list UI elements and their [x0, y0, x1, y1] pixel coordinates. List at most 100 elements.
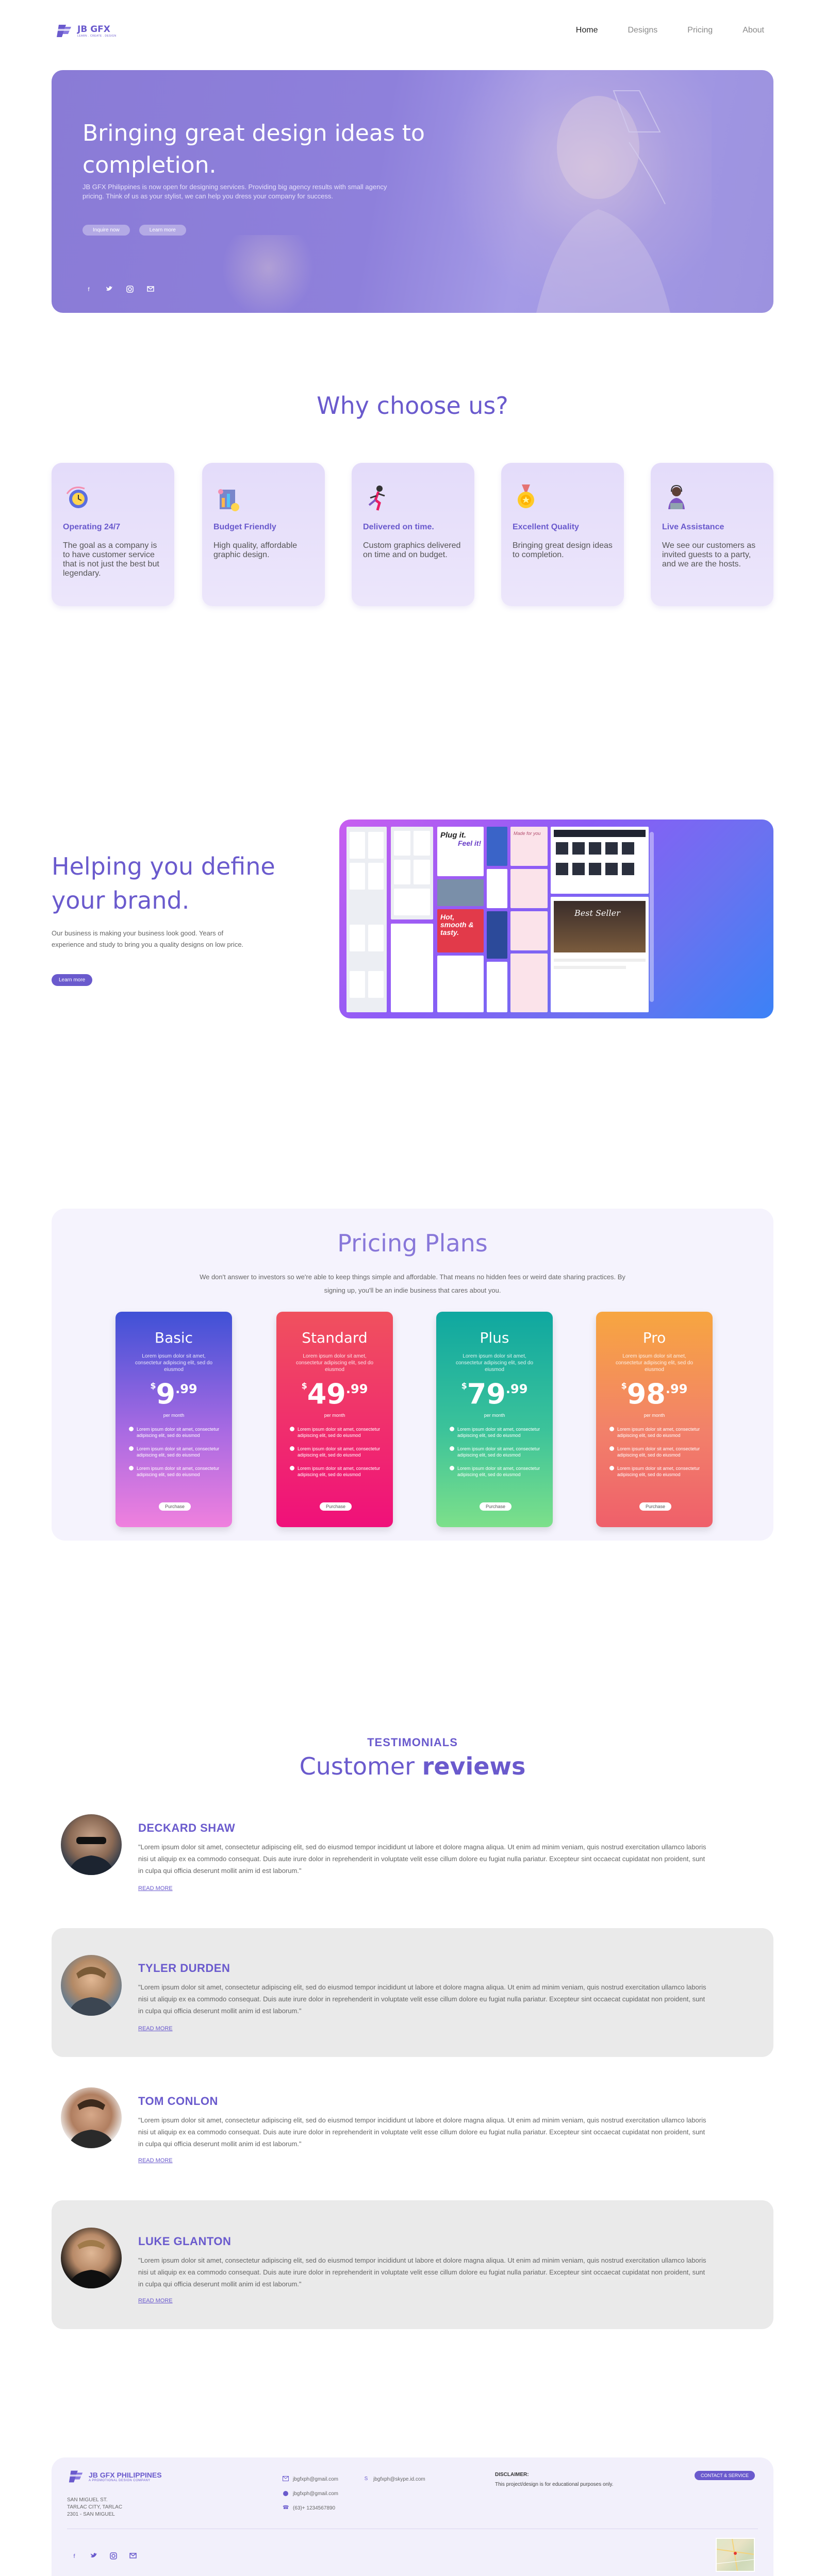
facebook-icon[interactable]: f: [70, 2552, 78, 2561]
purchase-button[interactable]: Purchase: [320, 1502, 352, 1511]
plan-features: Lorem ipsum dolor sit amet, consectetur …: [609, 1426, 700, 1485]
feature-card: Delivered on time. Custom graphics deliv…: [352, 463, 474, 606]
price-currency: $: [461, 1381, 467, 1391]
avatar: [61, 2087, 122, 2148]
plan-name: Plus: [480, 1329, 509, 1346]
nav-link-home[interactable]: Home: [576, 26, 598, 35]
nav-link-designs[interactable]: Designs: [628, 26, 657, 35]
footer-social-links: f: [70, 2552, 137, 2561]
portfolio-tile: [437, 879, 484, 906]
brand-logo[interactable]: JB GFX LEARN . CREATE . DESIGN: [55, 22, 117, 40]
poster-headline: Hot, smooth & tasty.: [440, 913, 474, 936]
portfolio-tile: [510, 954, 548, 1012]
learn-more-button[interactable]: Learn more: [139, 225, 186, 236]
purchase-button[interactable]: Purchase: [639, 1502, 672, 1511]
twitter-icon[interactable]: [90, 2552, 98, 2561]
plan-name: Standard: [302, 1329, 368, 1346]
poster-headline: Plug it.: [440, 831, 466, 840]
site-footer: JB GFX PHILIPPINES A PROMOTIONAL DESIGN …: [52, 2457, 773, 2576]
feature-card: Budget Friendly High quality, affordable…: [202, 463, 325, 606]
mockup-scrollbar[interactable]: [650, 832, 654, 1002]
bullet-icon: [129, 1446, 134, 1451]
help-learn-more-button[interactable]: Learn more: [52, 974, 93, 986]
plan-subtitle: Lorem ipsum dolor sit amet, consectetur …: [295, 1353, 374, 1373]
read-more-link[interactable]: READ MORE: [138, 2157, 173, 2164]
portfolio-tile: [551, 827, 649, 894]
plan-subtitle: Lorem ipsum dolor sit amet, consectetur …: [615, 1353, 694, 1373]
footer-disclaimer: DISCLAIMER: This project/design is for e…: [495, 2472, 613, 2487]
price-dollars: 49: [307, 1378, 346, 1410]
plan-features: Lorem ipsum dolor sit amet, consectetur …: [450, 1426, 540, 1485]
footer-address: SAN MIGUEL ST. TARLAC CITY, TARLAC 2301 …: [67, 2497, 122, 2518]
feature-card-title: Delivered on time.: [363, 523, 434, 531]
plan-period: per month: [484, 1413, 505, 1418]
plan-period: per month: [644, 1413, 665, 1418]
plan-feature-text: Lorem ipsum dolor sit amet, consectetur …: [457, 1427, 540, 1438]
mail-icon[interactable]: [129, 2552, 137, 2561]
contact-email[interactable]: jbgfxph@gmail.com S jbgfxph@skype.id.com: [283, 2472, 425, 2486]
brand-name: JB GFX: [77, 24, 110, 35]
reviewer-name: DECKARD SHAW: [138, 1821, 236, 1834]
plan-features: Lorem ipsum dolor sit amet, consectetur …: [290, 1426, 381, 1485]
poster-headline: Feel it!: [458, 839, 482, 847]
nav-link-pricing[interactable]: Pricing: [687, 26, 713, 35]
portfolio-tile: [510, 911, 548, 950]
contact-whatsapp[interactable]: jbgfxph@gmail.com: [283, 2486, 425, 2501]
portfolio-tile: [350, 832, 365, 859]
instagram-icon[interactable]: [126, 286, 134, 294]
help-section-title: Helping you define your brand.: [52, 852, 275, 914]
bullet-icon: [609, 1446, 614, 1451]
address-line: SAN MIGUEL ST.: [67, 2497, 108, 2503]
location-map[interactable]: [716, 2538, 755, 2572]
nav-link-about[interactable]: About: [742, 26, 764, 35]
hero-description: JB GFX Philippines is now open for desig…: [82, 183, 387, 200]
bullet-icon: [129, 1466, 134, 1470]
twitter-icon[interactable]: [105, 286, 113, 294]
logo-mark-icon: [69, 2470, 83, 2483]
feature-card: Operating 24/7 The goal as a company is …: [52, 463, 174, 606]
footer-brand-tagline: A PROMOTIONAL DESIGN COMPANY: [89, 2479, 151, 2482]
why-section-title: Why choose us?: [317, 392, 508, 420]
facebook-icon[interactable]: f: [85, 286, 93, 294]
portfolio-tile: [391, 924, 433, 1012]
footer-logo[interactable]: JB GFX PHILIPPINES A PROMOTIONAL DESIGN …: [67, 2468, 162, 2485]
feature-card-title: Operating 24/7: [63, 523, 121, 531]
pricing-card-standard: Standard Lorem ipsum dolor sit amet, con…: [276, 1312, 393, 1527]
read-more-link[interactable]: READ MORE: [138, 2026, 173, 2032]
portfolio-tile: Plug it. Feel it!: [437, 827, 484, 876]
hero-photo: [443, 70, 712, 313]
read-more-link[interactable]: READ MORE: [138, 2298, 173, 2304]
read-more-link[interactable]: READ MORE: [138, 1885, 173, 1892]
inquire-now-button[interactable]: Inquire now: [82, 225, 130, 236]
mail-icon[interactable]: [146, 286, 155, 294]
why-cards: Operating 24/7 The goal as a company is …: [52, 463, 773, 606]
plan-feature: Lorem ipsum dolor sit amet, consectetur …: [129, 1465, 220, 1478]
purchase-button[interactable]: Purchase: [480, 1502, 512, 1511]
portfolio-tile: [394, 889, 430, 915]
skype-icon: S: [364, 2476, 368, 2482]
plan-features: Lorem ipsum dolor sit amet, consectetur …: [129, 1426, 220, 1485]
contact-phone[interactable]: ☎ (63)+ 1234567890: [283, 2501, 425, 2515]
portfolio-tile: [414, 860, 430, 884]
portfolio-tile: [368, 971, 384, 998]
whatsapp-icon: [283, 2490, 289, 2497]
plan-feature: Lorem ipsum dolor sit amet, consectetur …: [450, 1426, 540, 1438]
logo-mark-icon: [55, 22, 73, 40]
brand-tagline: LEARN . CREATE . DESIGN: [77, 34, 117, 38]
pricing-card-pro: Pro Lorem ipsum dolor sit amet, consecte…: [596, 1312, 713, 1527]
coins-chart-icon: [213, 482, 242, 513]
purchase-button[interactable]: Purchase: [159, 1502, 191, 1511]
contact-service-button[interactable]: CONTACT & SERVICE: [694, 2471, 755, 2480]
top-nav: JB GFX LEARN . CREATE . DESIGN Home Desi…: [52, 20, 773, 42]
web-text-line: [554, 966, 626, 969]
instagram-icon[interactable]: [109, 2552, 118, 2561]
portfolio-tile: [368, 863, 384, 890]
plan-feature-text: Lorem ipsum dolor sit amet, consectetur …: [617, 1427, 700, 1438]
plan-feature-text: Lorem ipsum dolor sit amet, consectetur …: [617, 1446, 700, 1458]
portfolio-mockup: Plug it. Feel it! Hot, smooth & tasty. M…: [339, 819, 773, 1018]
feature-card-text: The goal as a company is to have custome…: [63, 541, 159, 578]
bullet-icon: [450, 1427, 454, 1431]
price-currency: $: [301, 1381, 307, 1391]
plan-feature: Lorem ipsum dolor sit amet, consectetur …: [290, 1426, 381, 1438]
hero-banner: Bringing great design ideas to completio…: [52, 70, 773, 313]
